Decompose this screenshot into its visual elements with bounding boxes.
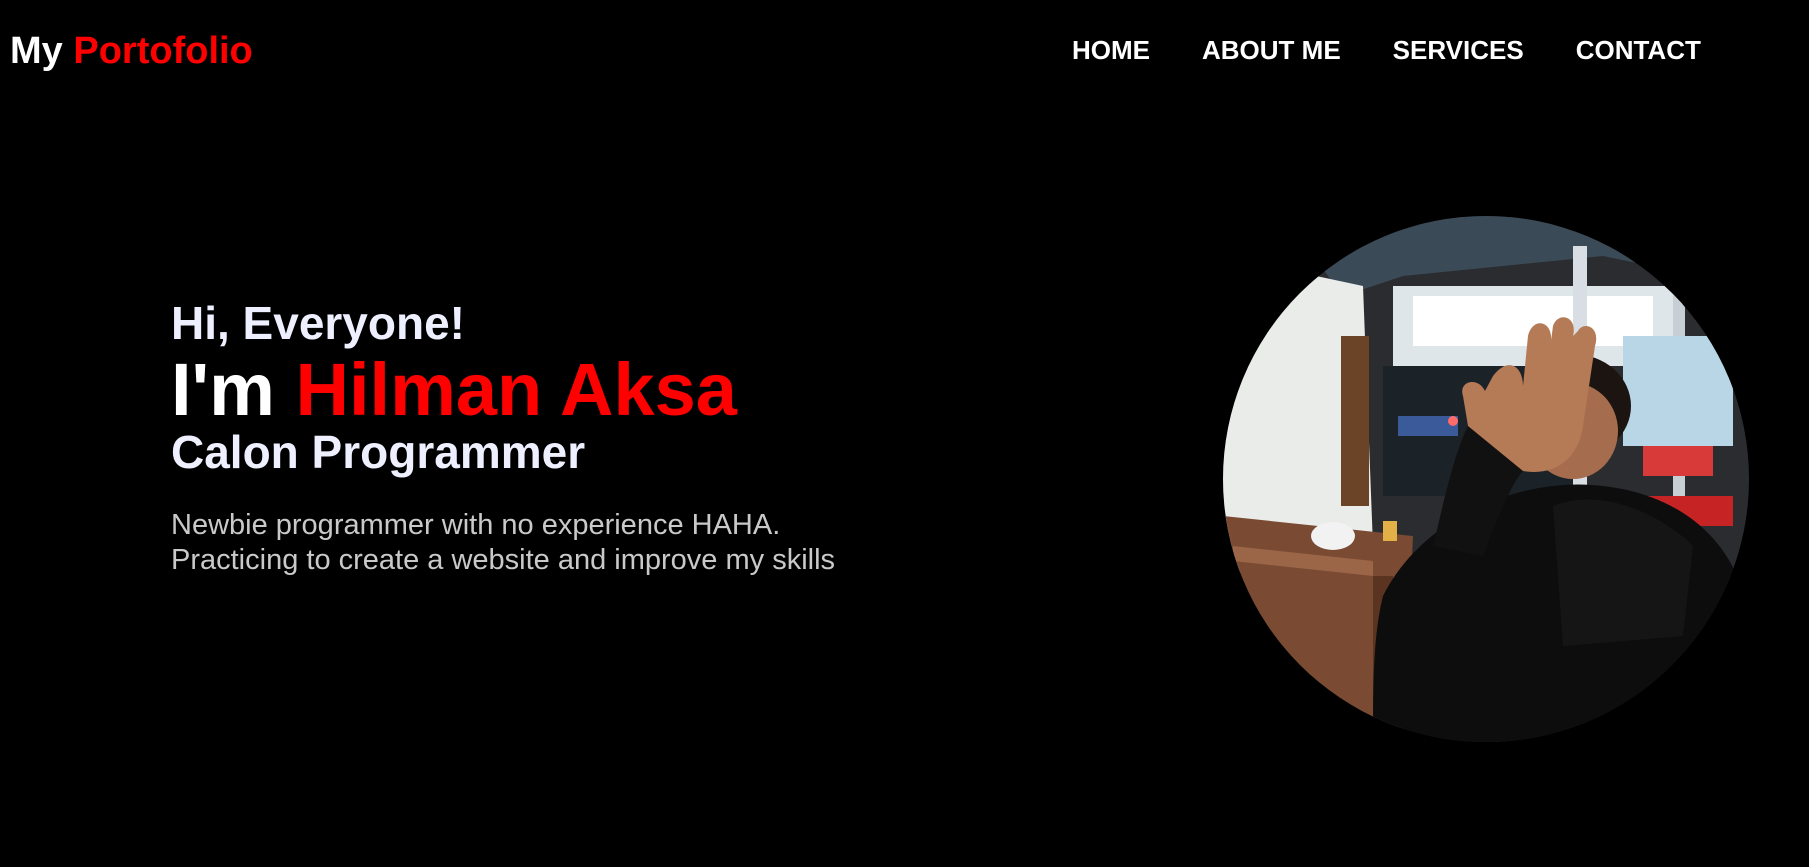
hero-section: Hi, Everyone! I'm Hilman Aksa Calon Prog… <box>171 296 835 578</box>
page: My Portofolio HOME ABOUT ME SERVICES CON… <box>0 0 1809 867</box>
nav-home[interactable]: HOME <box>1072 34 1150 66</box>
hero-description-line-1: Newbie programmer with no experience HAH… <box>171 509 781 541</box>
hero-description-line-2: Practicing to create a website and impro… <box>171 544 836 576</box>
site-logo[interactable]: My Portofolio <box>10 26 253 76</box>
logo-accent-word: Portofolio <box>73 30 253 72</box>
hero-description: Newbie programmer with no experience HAH… <box>171 508 835 578</box>
nav-services[interactable]: SERVICES <box>1393 34 1524 66</box>
hero-intro: I'm Hilman Aksa <box>171 350 835 430</box>
nav-about-me[interactable]: ABOUT ME <box>1202 34 1341 66</box>
profile-photo <box>1223 216 1749 742</box>
hero-greeting: Hi, Everyone! <box>171 297 465 349</box>
nav-contact[interactable]: CONTACT <box>1576 34 1701 66</box>
main-nav: HOME ABOUT ME SERVICES CONTACT <box>1072 34 1701 66</box>
hero-intro-prefix: I'm <box>171 348 275 431</box>
hero-role: Calon Programmer <box>171 426 586 478</box>
profile-photo-illustration <box>1223 216 1749 742</box>
logo-first-word: My <box>10 30 63 72</box>
hero-name: Hilman Aksa <box>295 348 737 431</box>
